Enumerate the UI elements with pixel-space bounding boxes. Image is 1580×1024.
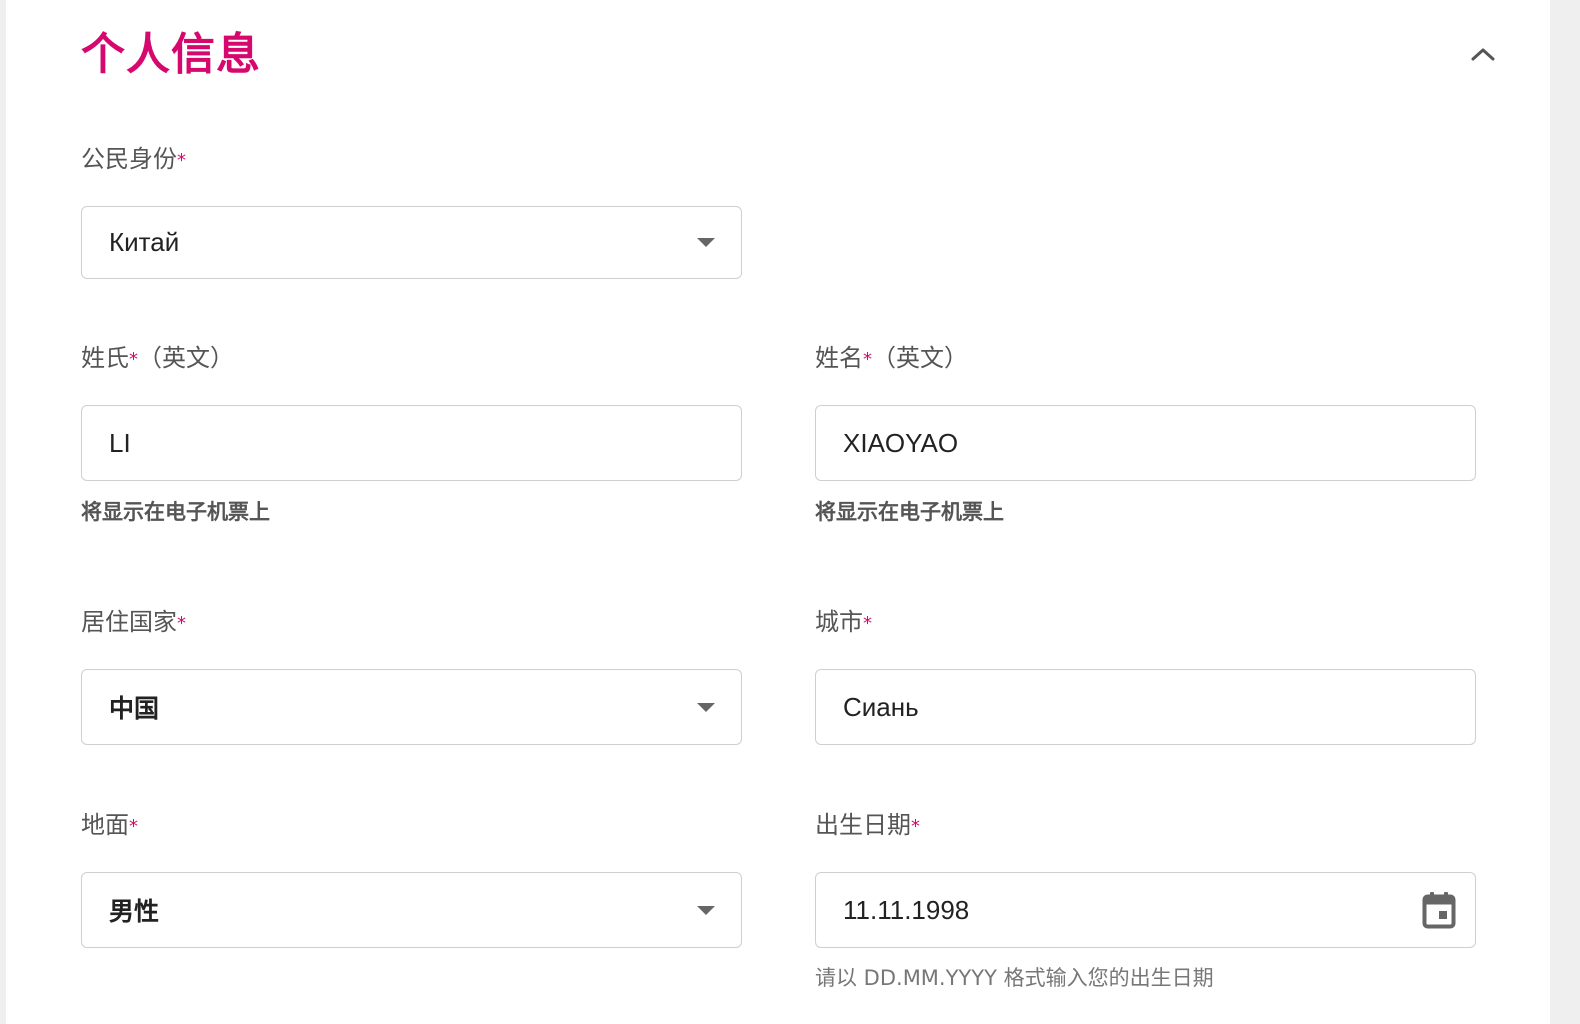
last-name-hint: 将显示在电子机票上 [81, 500, 270, 524]
required-marker: * [129, 349, 138, 370]
birth-date-hint: 请以 DD.MM.YYYY 格式输入您的出生日期 [815, 966, 1214, 990]
last-name-label: 姓氏*（英文） [81, 342, 234, 374]
gender-label-text: 地面 [81, 811, 129, 839]
personal-info-card: 个人信息 公民身份* Китай 姓氏*（英文） LI 将显示在电子机票上 姓名… [6, 0, 1550, 1024]
first-name-input[interactable]: XIAOYAO [815, 405, 1476, 481]
required-marker: * [177, 613, 186, 634]
city-label-text: 城市 [815, 608, 863, 636]
first-name-label-suffix: （英文） [872, 344, 968, 372]
citizenship-value: Китай [109, 227, 180, 257]
first-name-value: XIAOYAO [843, 427, 959, 458]
first-name-hint: 将显示在电子机票上 [815, 500, 1004, 524]
citizenship-select[interactable]: Китай [81, 206, 742, 279]
city-input[interactable]: Сиань [815, 669, 1476, 745]
gender-select[interactable]: 男性 [81, 872, 742, 948]
city-value: Сиань [843, 691, 919, 722]
residence-country-value: 中国 [109, 694, 160, 723]
last-name-value: LI [109, 427, 131, 458]
last-name-label-suffix: （英文） [138, 344, 234, 372]
city-label: 城市* [815, 606, 872, 638]
required-marker: * [911, 816, 920, 837]
first-name-label-text: 姓名 [815, 344, 863, 372]
residence-country-label-text: 居住国家 [81, 608, 177, 636]
birth-date-label-text: 出生日期 [815, 811, 911, 839]
citizenship-label: 公民身份* [81, 143, 186, 175]
required-marker: * [863, 613, 872, 634]
first-name-label: 姓名*（英文） [815, 342, 968, 374]
collapse-section-button[interactable] [1463, 36, 1503, 76]
gender-label: 地面* [81, 809, 138, 841]
chevron-up-icon [1470, 46, 1496, 66]
birth-date-input[interactable]: 11.11.1998 [815, 872, 1476, 948]
gender-value: 男性 [109, 897, 160, 926]
calendar-icon[interactable] [1421, 890, 1457, 930]
residence-country-select[interactable]: 中国 [81, 669, 742, 745]
required-marker: * [863, 349, 872, 370]
citizenship-label-text: 公民身份 [81, 145, 177, 173]
caret-down-icon [697, 905, 715, 915]
birth-date-value: 11.11.1998 [843, 894, 970, 925]
residence-country-label: 居住国家* [81, 606, 186, 638]
last-name-label-text: 姓氏 [81, 344, 129, 372]
caret-down-icon [697, 702, 715, 712]
required-marker: * [129, 816, 138, 837]
required-marker: * [177, 150, 186, 171]
last-name-input[interactable]: LI [81, 405, 742, 481]
birth-date-label: 出生日期* [815, 809, 920, 841]
section-title: 个人信息 [81, 29, 261, 80]
caret-down-icon [697, 238, 715, 247]
